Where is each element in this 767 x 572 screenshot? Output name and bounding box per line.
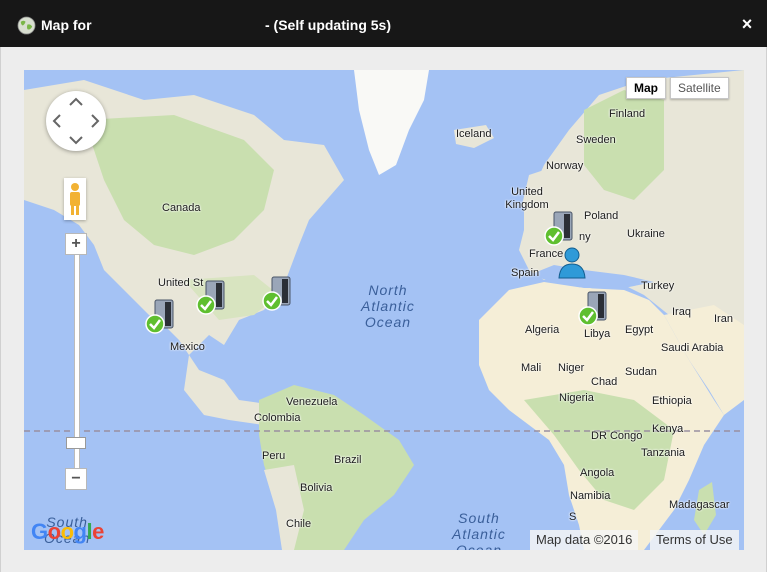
close-button[interactable]: × [738, 15, 756, 33]
label-s: S [569, 511, 577, 523]
label-south-atlantic-ocean: South Atlantic Ocean [452, 510, 506, 550]
label-brazil: Brazil [334, 454, 362, 466]
label-libya: Libya [584, 328, 611, 340]
server-ok-icon [544, 211, 573, 246]
user-icon [558, 247, 586, 279]
server-marker-east-coast[interactable] [260, 275, 296, 311]
server-ok-icon [578, 291, 607, 326]
label-niger: Niger [558, 362, 585, 374]
globe-icon [17, 16, 36, 35]
server-marker-california[interactable] [143, 298, 179, 334]
pan-arrows-icon [52, 97, 100, 145]
label-ethiopia: Ethiopia [652, 395, 692, 407]
pegman-icon [70, 183, 80, 215]
zoom-slider-thumb[interactable] [66, 437, 86, 449]
window-title-suffix: - (Self updating 5s) [265, 17, 391, 33]
label-mali: Mali [521, 362, 542, 374]
label-ukraine: Ukraine [627, 228, 665, 240]
server-marker-texas[interactable] [194, 279, 230, 315]
label-peru: Peru [262, 450, 286, 462]
north-atlantic-text: North Atlantic Ocean [361, 282, 415, 330]
label-germany: ny [579, 231, 591, 243]
server-ok-icon [262, 276, 291, 311]
label-dr-congo: DR Congo [591, 430, 643, 442]
zoom-out-button[interactable]: − [65, 468, 87, 490]
server-marker-libya[interactable] [576, 290, 612, 326]
label-colombia: Colombia [254, 412, 301, 424]
map-view[interactable]: Iceland Finland Sweden Norway United Kin… [24, 70, 744, 550]
label-iceland: Iceland [456, 128, 492, 140]
label-turkey: Turkey [641, 280, 675, 292]
label-egypt: Egypt [625, 324, 654, 336]
label-nigeria: Nigeria [559, 392, 594, 404]
server-ok-icon [145, 299, 174, 334]
google-logo: Google [31, 519, 104, 544]
label-iran: Iran [714, 313, 733, 325]
label-spain: Spain [511, 267, 540, 279]
server-marker-france[interactable] [542, 210, 578, 246]
label-venezuela: Venezuela [286, 396, 338, 408]
terms-of-use-link[interactable]: Terms of Use [650, 530, 739, 550]
label-iraq: Iraq [672, 306, 691, 318]
label-angola: Angola [580, 467, 615, 479]
label-chile: Chile [286, 518, 312, 530]
label-madagascar: Madagascar [669, 499, 730, 511]
street-view-pegman[interactable] [64, 178, 86, 220]
server-ok-icon [196, 280, 225, 315]
label-saudi-arabia: Saudi Arabia [661, 342, 724, 354]
label-tanzania: Tanzania [641, 447, 686, 459]
label-bolivia: Bolivia [300, 482, 333, 494]
label-chad: Chad [591, 376, 618, 388]
pan-control[interactable] [46, 91, 106, 151]
label-united-kingdom: United Kingdom [505, 186, 549, 211]
label-poland: Poland [584, 210, 619, 222]
zoom-in-button[interactable]: + [65, 233, 87, 255]
label-canada: Canada [162, 202, 201, 214]
label-kenya: Kenya [652, 423, 684, 435]
label-namibia: Namibia [570, 490, 611, 502]
south-atlantic-text: South Atlantic Ocean [452, 510, 506, 550]
zoom-slider-track[interactable] [74, 238, 80, 488]
label-mexico: Mexico [170, 341, 205, 353]
label-algeria: Algeria [525, 324, 560, 336]
map-type-map-button[interactable]: Map [626, 77, 666, 99]
user-marker-italy[interactable] [554, 246, 590, 282]
window-title: Map for [41, 17, 92, 33]
map-data-attribution: Map data ©2016 [530, 530, 639, 550]
label-sudan: Sudan [625, 366, 657, 378]
label-north-atlantic-ocean: North Atlantic Ocean [361, 282, 415, 330]
map-type-satellite-button[interactable]: Satellite [670, 77, 729, 99]
label-finland: Finland [609, 108, 646, 120]
window-titlebar: Map for - (Self updating 5s) × [0, 0, 767, 47]
label-sweden: Sweden [576, 134, 616, 146]
label-norway: Norway [546, 160, 584, 172]
